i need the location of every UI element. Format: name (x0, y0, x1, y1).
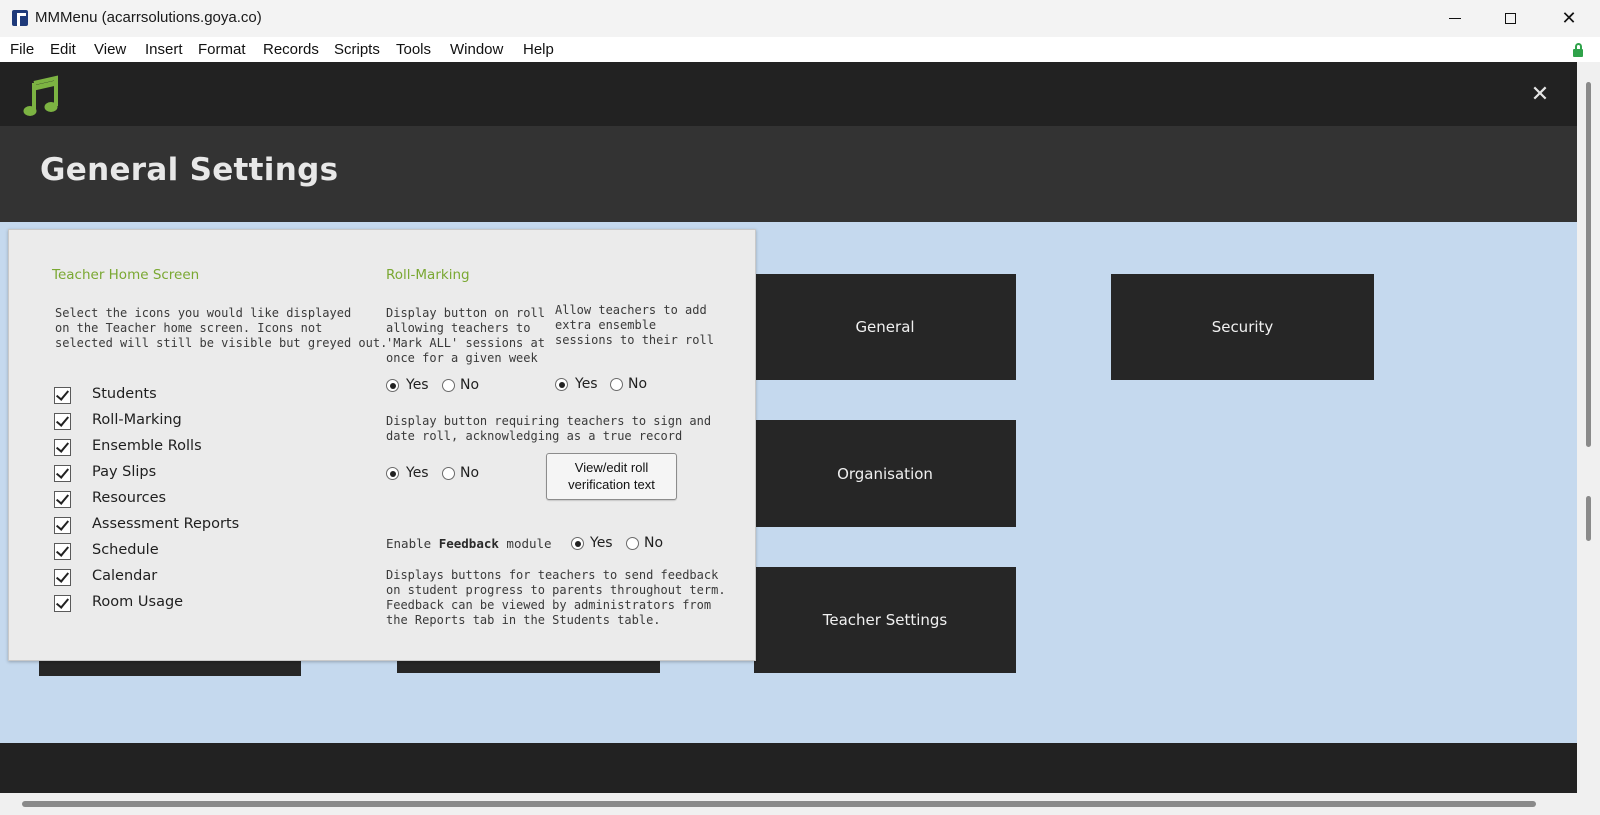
checkbox-row-calendar[interactable]: Calendar (54, 567, 157, 587)
tile-general[interactable]: General (754, 274, 1016, 380)
extra-sessions-no-radio[interactable] (610, 378, 623, 391)
mark-all-description: Display button on roll allowing teachers… (386, 306, 545, 365)
extra-sessions-no-label[interactable]: No (628, 376, 647, 392)
ensemble-rolls-label: Ensemble Rolls (92, 438, 202, 454)
lock-icon (1572, 43, 1584, 57)
extra-sessions-description: Allow teachers to add extra ensemble ses… (555, 303, 714, 347)
menu-records[interactable]: Records (263, 41, 319, 58)
maximize-button[interactable] (1487, 0, 1533, 37)
footer-bar (0, 743, 1577, 793)
checkbox-row-schedule[interactable]: Schedule (54, 541, 159, 561)
assessment-reports-checkbox[interactable] (54, 516, 71, 534)
menu-view[interactable]: View (94, 41, 126, 58)
menu-help[interactable]: Help (523, 41, 554, 58)
extra-sessions-yes-label[interactable]: Yes (575, 376, 598, 392)
vertical-scroll-thumb[interactable] (1586, 82, 1591, 447)
horizontal-scroll-thumb[interactable] (22, 801, 1536, 807)
mark-all-no-label[interactable]: No (460, 377, 479, 393)
menu-scripts[interactable]: Scripts (334, 41, 380, 58)
checkbox-row-ensemble-rolls[interactable]: Ensemble Rolls (54, 437, 202, 457)
feedback-no-radio[interactable] (626, 537, 639, 550)
window-titlebar: MMMenu (acarrsolutions.goya.co) ✕ (0, 0, 1600, 37)
teacher-home-description: Select the icons you would like displaye… (55, 306, 388, 350)
checkbox-row-pay-slips[interactable]: Pay Slips (54, 463, 156, 483)
mark-all-no-radio[interactable] (442, 379, 455, 392)
menu-edit[interactable]: Edit (50, 41, 76, 58)
mark-all-yes-label[interactable]: Yes (406, 377, 429, 393)
minimize-icon (1449, 18, 1461, 19)
app-icon (12, 10, 28, 26)
schedule-label: Schedule (92, 542, 159, 558)
feedback-yes-radio[interactable] (571, 537, 584, 550)
view-edit-roll-verification-button[interactable]: View/edit roll verification text (546, 453, 677, 500)
feedback-module-label: Enable Feedback module (386, 536, 552, 551)
menu-file[interactable]: File (10, 41, 34, 58)
pay-slips-label: Pay Slips (92, 464, 157, 480)
extra-sessions-yes-radio[interactable] (555, 378, 568, 391)
vertical-scroll-thumb-secondary[interactable] (1586, 496, 1591, 541)
students-checkbox[interactable] (54, 386, 71, 404)
checkbox-row-students[interactable]: Students (54, 385, 157, 405)
roll-marking-label: Roll-Marking (92, 412, 182, 428)
music-note-icon (23, 75, 58, 116)
sign-roll-no-radio[interactable] (442, 467, 455, 480)
teacher-home-title: Teacher Home Screen (52, 267, 200, 283)
page-title: General Settings (40, 152, 339, 188)
close-settings-button[interactable]: ✕ (1526, 81, 1554, 109)
roll-marking-checkbox[interactable] (54, 412, 71, 430)
close-window-button[interactable]: ✕ (1546, 0, 1592, 37)
tile-teacher-settings[interactable]: Teacher Settings (754, 567, 1016, 673)
room-usage-checkbox[interactable] (54, 594, 71, 612)
minimize-button[interactable] (1432, 0, 1478, 37)
feedback-yes-label[interactable]: Yes (590, 535, 613, 551)
maximize-icon (1504, 13, 1516, 24)
menu-format[interactable]: Format (198, 41, 246, 58)
calendar-checkbox[interactable] (54, 568, 71, 586)
calendar-label: Calendar (92, 568, 158, 584)
ensemble-rolls-checkbox[interactable] (54, 438, 71, 456)
tile-security[interactable]: Security (1111, 274, 1374, 380)
header-bar (0, 62, 1577, 126)
pay-slips-checkbox[interactable] (54, 464, 71, 482)
sign-roll-no-label[interactable]: No (460, 465, 479, 481)
menu-bar: File Edit View Insert Format Records Scr… (0, 37, 1600, 62)
menu-insert[interactable]: Insert (145, 41, 183, 58)
roll-marking-title: Roll-Marking (386, 267, 470, 283)
menu-window[interactable]: Window (450, 41, 503, 58)
checkbox-row-roll-marking[interactable]: Roll-Marking (54, 411, 182, 431)
checkbox-row-resources[interactable]: Resources (54, 489, 166, 509)
feedback-no-label[interactable]: No (644, 535, 663, 551)
checkbox-row-assessment-reports[interactable]: Assessment Reports (54, 515, 239, 535)
checkbox-row-room-usage[interactable]: Room Usage (54, 593, 183, 613)
tile-organisation[interactable]: Organisation (754, 420, 1016, 527)
close-icon: ✕ (1561, 8, 1577, 29)
sign-roll-yes-label[interactable]: Yes (406, 465, 429, 481)
window-title: MMMenu (acarrsolutions.goya.co) (35, 9, 262, 26)
sign-roll-yes-radio[interactable] (386, 467, 399, 480)
room-usage-label: Room Usage (92, 594, 184, 610)
sign-roll-description: Display button requiring teachers to sig… (386, 414, 712, 443)
menu-tools[interactable]: Tools (396, 41, 431, 58)
mark-all-yes-radio[interactable] (386, 379, 399, 392)
resources-checkbox[interactable] (54, 490, 71, 508)
feedback-description: Displays buttons for teachers to send fe… (386, 568, 726, 627)
schedule-checkbox[interactable] (54, 542, 71, 560)
assessment-reports-label: Assessment Reports (92, 516, 240, 532)
students-label: Students (92, 386, 157, 402)
resources-label: Resources (92, 490, 167, 506)
